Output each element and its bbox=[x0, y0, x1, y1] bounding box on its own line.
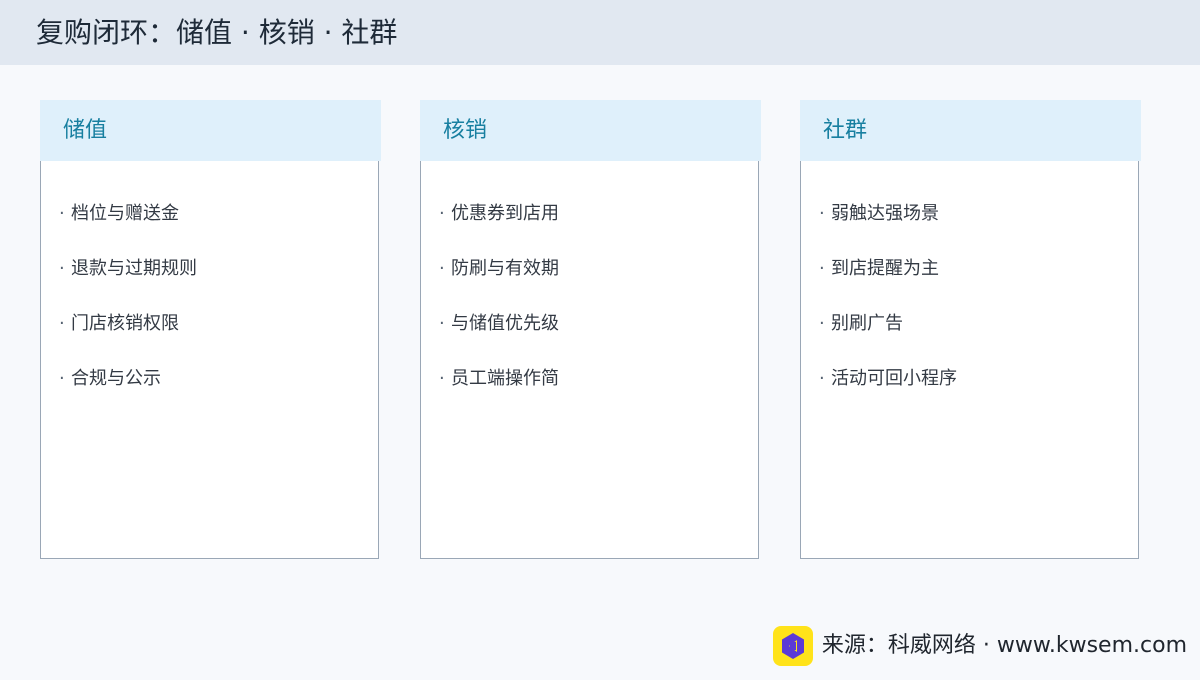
list-item: · 别刷广告 bbox=[819, 307, 957, 362]
bullet-dot: · bbox=[439, 258, 445, 279]
page-title: 复购闭环：储值 · 核销 · 社群 bbox=[36, 16, 398, 49]
list-item: · 与储值优先级 bbox=[439, 307, 559, 362]
list-item: · 活动可回小程序 bbox=[819, 362, 957, 417]
bullet-dot: · bbox=[819, 368, 825, 389]
card-title-redemption: 核销 bbox=[443, 118, 488, 143]
card-header: 核销 bbox=[420, 100, 761, 161]
card-title-stored-value: 储值 bbox=[63, 118, 108, 143]
list-item-text: 别刷广告 bbox=[831, 313, 903, 334]
list-item: · 员工端操作简 bbox=[439, 362, 559, 417]
card-list: · 档位与赠送金 · 退款与过期规则 · 门店核销权限 · 合规与公示 bbox=[59, 197, 197, 417]
list-item-text: 防刷与有效期 bbox=[451, 258, 559, 279]
source-credit: 来源：科威网络 · www.kwsem.com bbox=[772, 626, 1187, 666]
list-item-text: 合规与公示 bbox=[71, 368, 161, 389]
list-item: · 优惠券到店用 bbox=[439, 197, 559, 252]
slide-page: 复购闭环：储值 · 核销 · 社群 储值 · 档位与赠送金 · 退款与过期规则 · 门… bbox=[0, 0, 1200, 680]
bullet-dot: · bbox=[59, 203, 65, 224]
bullet-dot: · bbox=[59, 368, 65, 389]
list-item: · 弱触达强场景 bbox=[819, 197, 957, 252]
list-item-text: 退款与过期规则 bbox=[71, 258, 197, 279]
kwsem-logo-icon bbox=[772, 626, 813, 666]
bullet-dot: · bbox=[439, 203, 445, 224]
bullet-dot: · bbox=[819, 203, 825, 224]
list-item: · 到店提醒为主 bbox=[819, 252, 957, 307]
list-item-text: 门店核销权限 bbox=[71, 313, 179, 334]
card-header: 社群 bbox=[800, 100, 1141, 161]
card-community: 社群 · 弱触达强场景 · 到店提醒为主 · 别刷广告 · 活动可回小程序 bbox=[800, 100, 1141, 559]
list-item: · 防刷与有效期 bbox=[439, 252, 559, 307]
card-stored-value: 储值 · 档位与赠送金 · 退款与过期规则 · 门店核销权限 · 合规与公示 bbox=[40, 100, 381, 559]
list-item: · 退款与过期规则 bbox=[59, 252, 197, 307]
bullet-dot: · bbox=[59, 313, 65, 334]
list-item-text: 与储值优先级 bbox=[451, 313, 559, 334]
card-list: · 优惠券到店用 · 防刷与有效期 · 与储值优先级 · 员工端操作简 bbox=[439, 197, 559, 417]
list-item-text: 活动可回小程序 bbox=[831, 368, 957, 389]
bullet-dot: · bbox=[819, 258, 825, 279]
bullet-dot: · bbox=[59, 258, 65, 279]
card-list: · 弱触达强场景 · 到店提醒为主 · 别刷广告 · 活动可回小程序 bbox=[819, 197, 957, 417]
list-item: · 合规与公示 bbox=[59, 362, 197, 417]
list-item: · 门店核销权限 bbox=[59, 307, 197, 362]
card-redemption: 核销 · 优惠券到店用 · 防刷与有效期 · 与储值优先级 · 员工端操作简 bbox=[420, 100, 761, 559]
list-item-text: 到店提醒为主 bbox=[831, 258, 939, 279]
bullet-dot: · bbox=[439, 313, 445, 334]
source-text: 来源：科威网络 · www.kwsem.com bbox=[821, 633, 1187, 658]
list-item: · 档位与赠送金 bbox=[59, 197, 197, 252]
card-header: 储值 bbox=[40, 100, 381, 161]
bullet-dot: · bbox=[819, 313, 825, 334]
list-item-text: 弱触达强场景 bbox=[831, 203, 939, 224]
card-title-community: 社群 bbox=[823, 118, 868, 143]
list-item-text: 员工端操作简 bbox=[451, 368, 559, 389]
header-bar: 复购闭环：储值 · 核销 · 社群 bbox=[0, 0, 1200, 65]
bullet-dot: · bbox=[439, 368, 445, 389]
kwsem-logo-svg bbox=[781, 633, 804, 659]
list-item-text: 优惠券到店用 bbox=[451, 203, 559, 224]
list-item-text: 档位与赠送金 bbox=[71, 203, 179, 224]
